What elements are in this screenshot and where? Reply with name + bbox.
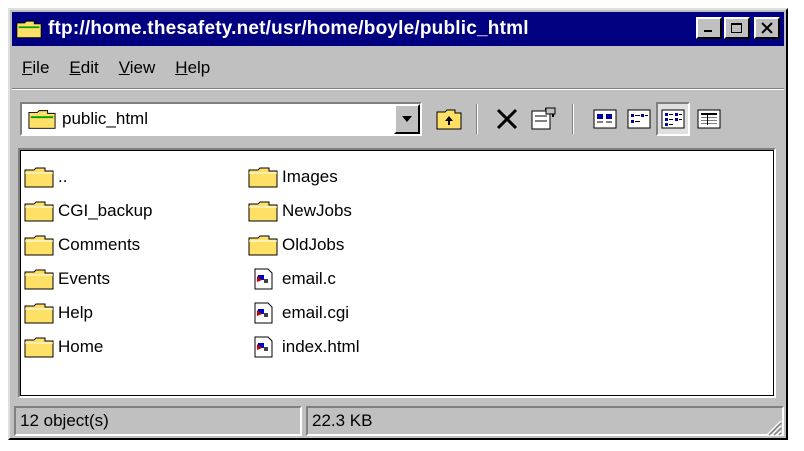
folder-icon [248,234,278,256]
details-view-button[interactable] [692,102,726,136]
file-list-item[interactable]: email.cgi [248,296,359,330]
menu-separator [12,88,784,90]
chevron-down-icon [402,116,412,122]
delete-x-icon [496,108,518,130]
folder-icon [24,302,54,324]
file-list-pane[interactable]: .. CGI_backup Comments Events Help Home Image… [18,148,776,398]
file-column-2: Images NewJobs OldJobs email.c email.cgi inde… [248,160,359,364]
file-name: email.c [282,269,336,288]
file-name: index.html [282,337,360,356]
folder-icon [248,166,278,188]
maximize-icon [731,23,742,33]
folder-icon [24,268,54,290]
file-name: OldJobs [282,235,345,254]
minimize-icon [704,30,712,32]
file-list-item[interactable]: OldJobs [248,228,359,262]
properties-icon [531,107,556,130]
folder-icon [248,200,278,222]
file-name: CGI_backup [58,201,153,220]
file-list-item[interactable]: email.c [248,262,359,296]
properties-button[interactable] [526,102,560,136]
file-list-item[interactable]: Comments [24,228,153,262]
file-list-item[interactable]: index.html [248,330,359,364]
toolbar-separator [476,104,478,134]
file-name: NewJobs [282,201,352,220]
file-column-1: .. CGI_backup Comments Events Help Home [24,160,153,364]
file-name: Events [58,269,110,288]
close-button[interactable] [754,17,780,39]
title-bar[interactable]: ftp://home.thesafety.net/usr/home/boyle/… [12,12,784,46]
details-view-icon [697,109,721,129]
file-list-item[interactable]: NewJobs [248,194,359,228]
menu-file[interactable]: File [12,58,59,78]
large-icons-view-icon [593,109,617,129]
file-list-item[interactable]: Help [24,296,153,330]
address-combobox[interactable]: public_html [20,102,422,136]
ftp-explorer-window: ftp://home.thesafety.net/usr/home/boyle/… [8,8,788,440]
file-name: email.cgi [282,303,350,322]
up-one-level-button[interactable] [432,102,466,136]
address-value: public_html [62,109,148,128]
file-list-item[interactable]: CGI_backup [24,194,153,228]
file-name: .. [58,167,68,186]
file-list-item[interactable]: .. [24,160,153,194]
small-icons-button[interactable] [622,102,656,136]
resize-grip-icon[interactable] [762,416,782,436]
file-name: Home [58,337,104,356]
file-icon [248,268,278,290]
toolbar: public_html [12,92,784,142]
menu-help[interactable]: Help [165,58,220,78]
file-icon [248,336,278,358]
minimize-button[interactable] [696,17,722,39]
folder-icon [28,110,56,129]
large-icons-button[interactable] [588,102,622,136]
maximize-button[interactable] [724,17,750,39]
status-size: 22.3 KB [306,406,784,436]
folder-icon [16,20,42,39]
menu-bar: File Edit View Help [12,50,220,86]
folder-icon [24,234,54,256]
close-icon [761,22,773,34]
list-view-button[interactable] [656,102,690,136]
window-title: ftp://home.thesafety.net/usr/home/boyle/… [48,18,529,39]
up-folder-icon [436,109,462,130]
menu-edit[interactable]: Edit [59,58,108,78]
menu-view[interactable]: View [109,58,166,78]
file-list-item[interactable]: Images [248,160,359,194]
delete-button[interactable] [490,102,524,136]
status-object-count: 12 object(s) [14,406,302,436]
status-bar: 12 object(s) 22.3 KB [12,404,784,438]
file-icon [248,302,278,324]
folder-icon [24,166,54,188]
small-icons-view-icon [627,109,651,129]
list-view-icon [661,109,685,129]
file-list-item[interactable]: Home [24,330,153,364]
file-name: Images [282,167,338,186]
folder-icon [24,200,54,222]
file-name: Help [58,303,93,322]
address-dropdown-button[interactable] [394,104,420,134]
toolbar-separator [572,104,574,134]
file-name: Comments [58,235,141,254]
file-list-item[interactable]: Events [24,262,153,296]
folder-icon [24,336,54,358]
